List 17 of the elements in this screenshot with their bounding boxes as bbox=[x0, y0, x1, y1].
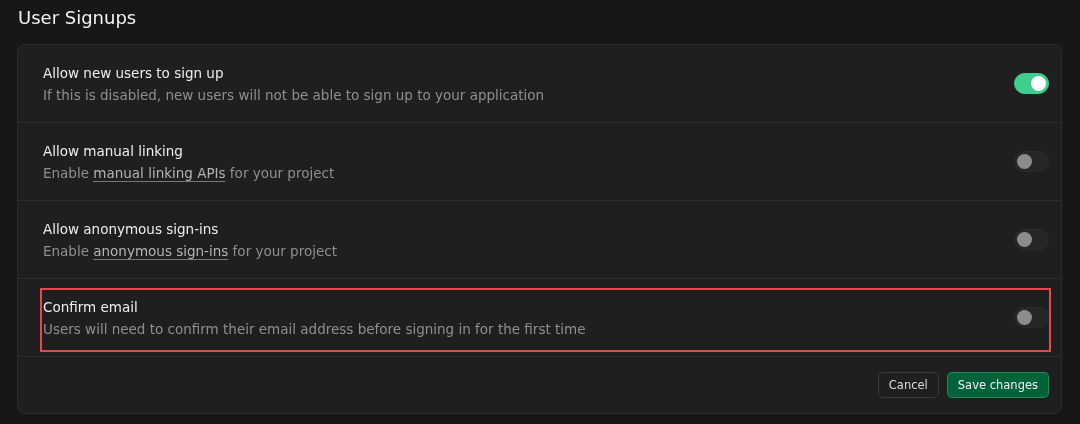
setting-label: Allow new users to sign up bbox=[43, 64, 225, 81]
docs-link[interactable]: manual linking APIs bbox=[93, 164, 226, 181]
setting-label: Allow manual linking bbox=[43, 142, 184, 159]
setting-label: Allow anonymous sign-ins bbox=[43, 220, 220, 237]
setting-description: If this is disabled, new users will not be able to sign up to your application bbox=[43, 86, 545, 103]
setting-description: Enable anonymous sign-ins for your project bbox=[43, 242, 337, 259]
cancel-button[interactable]: Cancel bbox=[877, 372, 939, 398]
section-title: User Signups bbox=[18, 6, 138, 30]
docs-link[interactable]: anonymous sign-ins bbox=[93, 242, 229, 259]
setting-description: Enable manual linking APIs for your project bbox=[43, 164, 335, 181]
save-button[interactable]: Save changes bbox=[946, 372, 1049, 398]
toggle-switch[interactable] bbox=[1014, 229, 1049, 250]
toggle-switch[interactable] bbox=[1014, 73, 1049, 94]
setting-description: Users will need to confirm their email address before signing in for the first time bbox=[43, 320, 586, 337]
setting-label: Confirm email bbox=[43, 298, 139, 315]
toggle-switch[interactable] bbox=[1014, 151, 1049, 172]
toggle-switch[interactable] bbox=[1014, 307, 1049, 328]
